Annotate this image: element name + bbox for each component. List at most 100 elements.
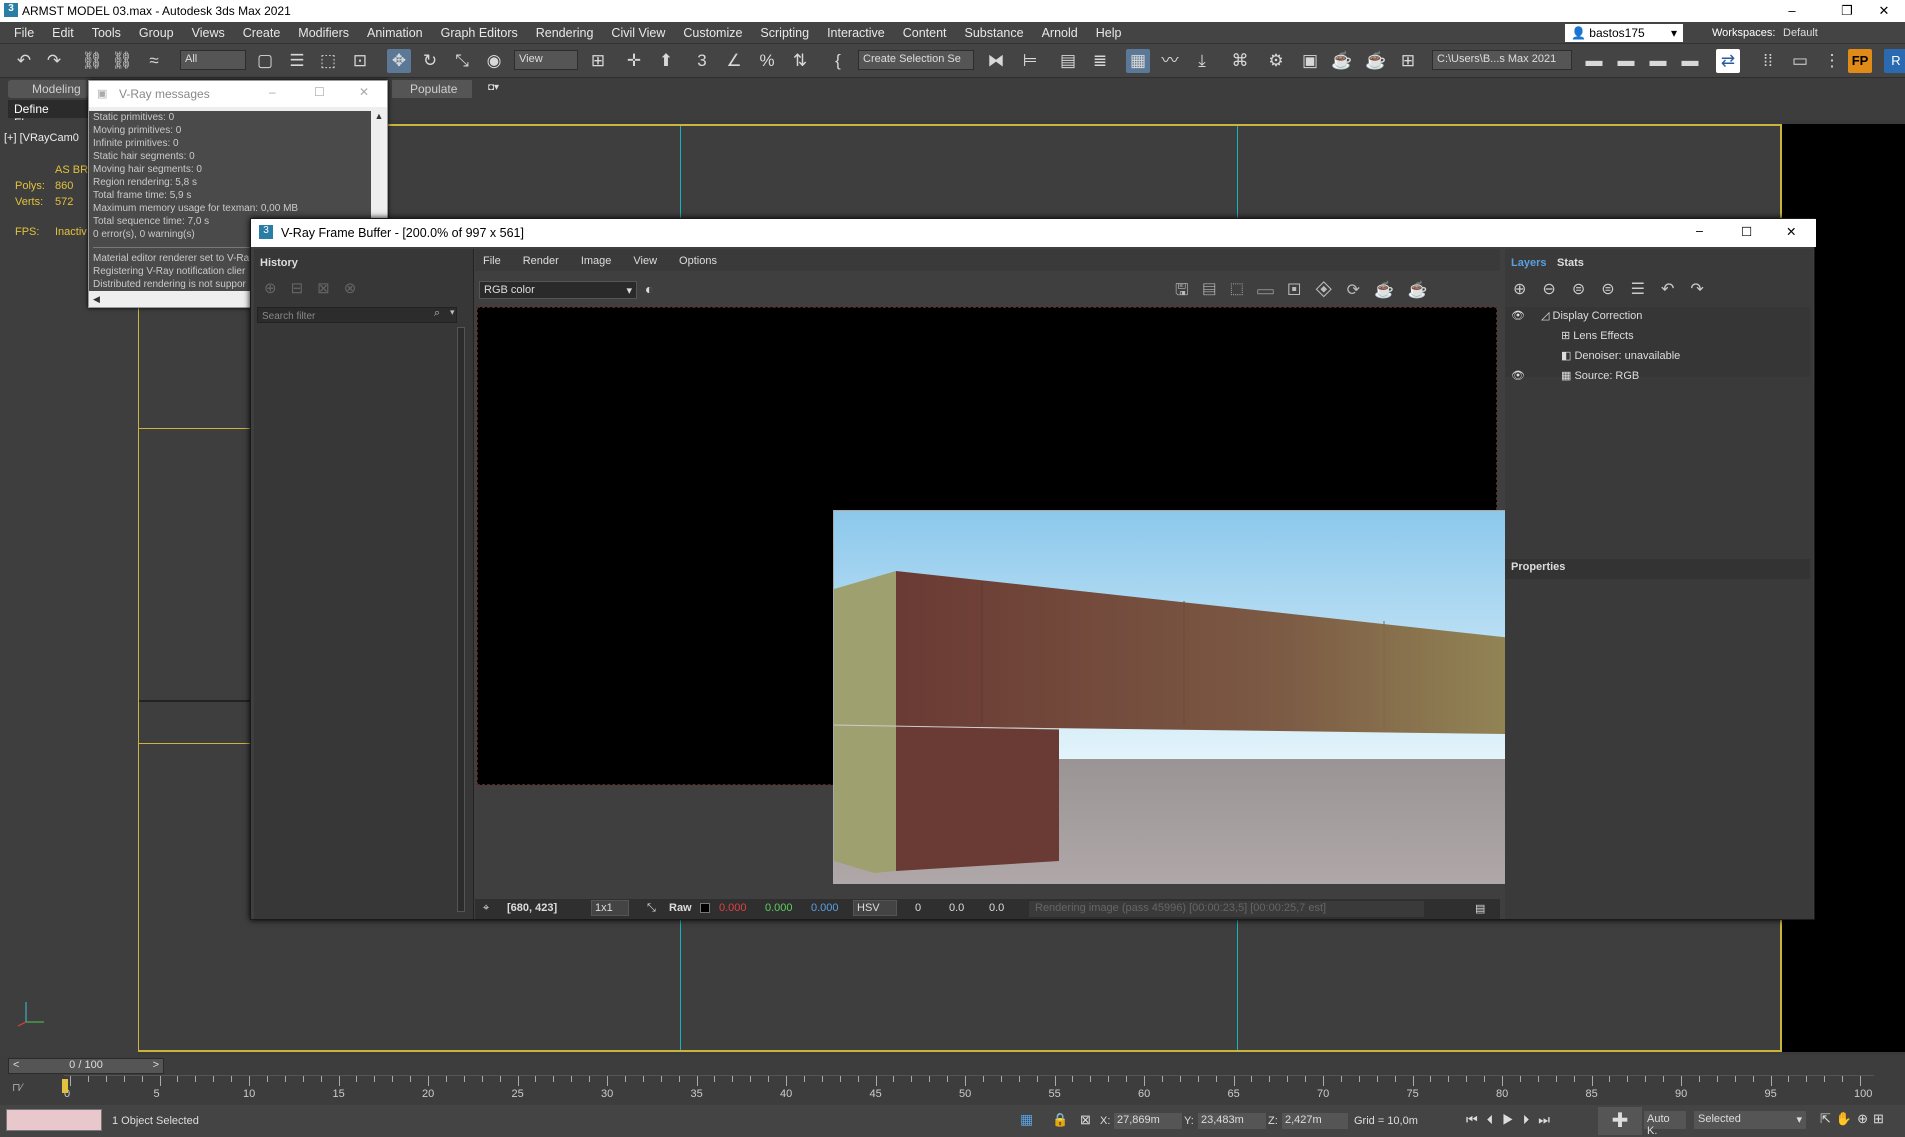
z-coordinate-field[interactable]: 2,427m [1282, 1113, 1348, 1129]
menu-interactive[interactable]: Interactive [818, 22, 894, 44]
undo-icon[interactable]: ↶ [12, 49, 36, 73]
color-corrections-icon[interactable]: ◐ [645, 281, 653, 297]
mirror-icon[interactable]: ⧓ [984, 49, 1008, 73]
color-picker-icon[interactable]: ⤡ [647, 902, 656, 915]
percent-snap-icon[interactable]: % [755, 49, 779, 73]
tab-stats[interactable]: Stats [1557, 257, 1584, 269]
align-icon[interactable]: ⊨ [1018, 49, 1042, 73]
minimize-icon[interactable]: – [269, 85, 276, 99]
pick-icon[interactable]: ⌖ [483, 902, 489, 915]
layer-denoiser[interactable]: ◧ Denoiser: unavailable [1561, 349, 1680, 362]
color-mode-dropdown[interactable]: HSV [853, 900, 897, 916]
vfb-menu-image[interactable]: Image [581, 255, 612, 267]
render-cloud-icon[interactable]: ⊞ [1396, 49, 1420, 73]
viewport-label[interactable]: [+] [VRayCam0 [4, 132, 79, 144]
history-search-input[interactable]: Search filter [257, 307, 457, 323]
railclone-icon[interactable]: R [1884, 49, 1905, 73]
playback-controls[interactable]: ⏮⏴▶⏵⏭ [1466, 1112, 1559, 1128]
curve-editor-icon[interactable]: 〰 [1158, 49, 1182, 73]
output-icon[interactable]: ▬ [1678, 49, 1702, 73]
sampling-ratio-dropdown[interactable]: 1x1 [591, 900, 629, 916]
menu-file[interactable]: File [5, 22, 43, 44]
menu-arnold[interactable]: Arnold [1033, 22, 1087, 44]
isolate-icon[interactable]: ▦ [1020, 1111, 1033, 1128]
vfb-menu-file[interactable]: File [483, 255, 501, 267]
edit-named-selection-icon[interactable]: { [826, 49, 850, 73]
spinner-snap-icon[interactable]: ⇅ [788, 49, 812, 73]
history-scrollbar[interactable] [457, 327, 465, 912]
time-slider[interactable]: < 0 / 100 > [8, 1058, 164, 1074]
grid-dots-icon[interactable]: ⁞⁞ [1756, 49, 1780, 73]
x-coordinate-field[interactable]: 27,869m [1114, 1113, 1182, 1129]
menu-graph-editors[interactable]: Graph Editors [432, 22, 527, 44]
move-icon[interactable]: ✥ [387, 49, 411, 73]
tab-layers[interactable]: Layers [1511, 257, 1546, 269]
select-manipulate-icon[interactable]: ✛ [622, 49, 646, 73]
ribbon-options-icon[interactable]: ◘▾ [488, 82, 512, 96]
layers-toolbar[interactable]: ⊕⊖⊜⊜☰↶↷ [1513, 279, 1720, 299]
log-icon[interactable]: ▤ [1475, 902, 1485, 915]
redo-icon[interactable]: ↷ [42, 49, 66, 73]
add-key-icon[interactable]: ✚ [1598, 1107, 1642, 1135]
window-crossing-icon[interactable]: ⊡ [348, 49, 372, 73]
layer-explorer-icon[interactable]: ≣ [1088, 49, 1112, 73]
menu-create[interactable]: Create [234, 22, 290, 44]
viewport-nav-controls[interactable]: ⇱✋⊕⊞ [1820, 1111, 1889, 1127]
menu-modifiers[interactable]: Modifiers [289, 22, 358, 44]
menu-animation[interactable]: Animation [358, 22, 432, 44]
layer-source-rgb[interactable]: ▦ Source: RGB [1561, 369, 1639, 382]
menu-customize[interactable]: Customize [674, 22, 751, 44]
menu-scripting[interactable]: Scripting [751, 22, 818, 44]
key-filter-dropdown[interactable]: Selected ▾ [1694, 1111, 1806, 1129]
dots-icon[interactable]: ⋮ [1820, 49, 1844, 73]
vfb-menu-render[interactable]: Render [523, 255, 559, 267]
lock-icon[interactable]: 🔒 [1052, 1112, 1068, 1128]
render-active-shade-icon[interactable]: ☕ [1364, 49, 1388, 73]
project-folder-dropdown[interactable]: C:\Users\B...s Max 2021 [1432, 50, 1572, 70]
project-icon[interactable]: ▬ [1646, 49, 1670, 73]
visibility-icon[interactable]: 👁 [1511, 309, 1525, 322]
auto-key-button[interactable]: Auto K. [1644, 1111, 1686, 1137]
user-account-dropdown[interactable]: 👤 bastos175 ▾ [1565, 24, 1683, 42]
unlink-icon[interactable]: ⛓ [110, 49, 134, 73]
angle-snap-icon[interactable]: ∠ [722, 49, 746, 73]
menu-content[interactable]: Content [894, 22, 956, 44]
render-canvas[interactable] [477, 307, 1703, 884]
track-bar-icon[interactable]: ▭ [1788, 49, 1812, 73]
select-by-name-icon[interactable]: ☰ [285, 49, 309, 73]
current-frame-marker[interactable] [62, 1079, 68, 1093]
ribbon-toggle-icon[interactable]: ▦ [1126, 49, 1150, 73]
set-project-icon[interactable]: ▬ [1614, 49, 1638, 73]
snaps-toggle-icon[interactable]: 3 [690, 49, 714, 73]
close-icon[interactable]: ✕ [1786, 224, 1796, 239]
scene-explorer-icon[interactable]: ▤ [1056, 49, 1080, 73]
material-editor-icon[interactable]: ⌘ [1228, 49, 1252, 73]
time-track[interactable]: 0 5 10 15 20 25 30 35 40 45 50 55 60 65 70 75 80 85 90 95 10… [64, 1075, 1874, 1103]
menu-help[interactable]: Help [1087, 22, 1131, 44]
link-icon[interactable]: ⛓ [80, 49, 104, 73]
minimize-icon[interactable]: – [1696, 224, 1703, 238]
maxscript-listener[interactable] [6, 1109, 102, 1131]
open-explorer-icon[interactable]: ▬ [1582, 49, 1606, 73]
bind-space-warp-icon[interactable]: ≈ [142, 49, 166, 73]
close-icon[interactable]: ✕ [359, 85, 369, 99]
menu-views[interactable]: Views [183, 22, 234, 44]
tab-define-flows[interactable]: Define Flows [8, 100, 88, 130]
maximize-icon[interactable]: ☐ [314, 85, 325, 99]
scale-icon[interactable]: ⤡ [450, 49, 474, 73]
menu-edit[interactable]: Edit [43, 22, 83, 44]
rendered-frame-window-icon[interactable]: ▣ [1298, 49, 1322, 73]
vfb-titlebar[interactable]: 3 V-Ray Frame Buffer - [200.0% of 997 x … [251, 219, 1816, 247]
tab-populate[interactable]: Populate [392, 80, 472, 98]
maximize-icon[interactable]: ☐ [1741, 224, 1752, 239]
keyboard-shortcut-icon[interactable]: ⬆ [654, 49, 678, 73]
vfb-render-toolbar[interactable]: 🖫▤⬚▭▣◈⟳☕☕ [1175, 279, 1442, 306]
chevron-down-icon[interactable]: ▾ [450, 307, 455, 318]
close-button[interactable]: ✕ [1862, 0, 1905, 22]
menu-tools[interactable]: Tools [83, 22, 130, 44]
vray-messages-titlebar[interactable]: V-Ray messages [89, 81, 387, 107]
forest-pack-icon[interactable]: FP [1848, 49, 1872, 73]
minimize-button[interactable]: – [1770, 0, 1814, 22]
sync-icon[interactable]: ⇄ [1716, 49, 1740, 73]
workspace-dropdown[interactable]: Default [1783, 27, 1818, 39]
